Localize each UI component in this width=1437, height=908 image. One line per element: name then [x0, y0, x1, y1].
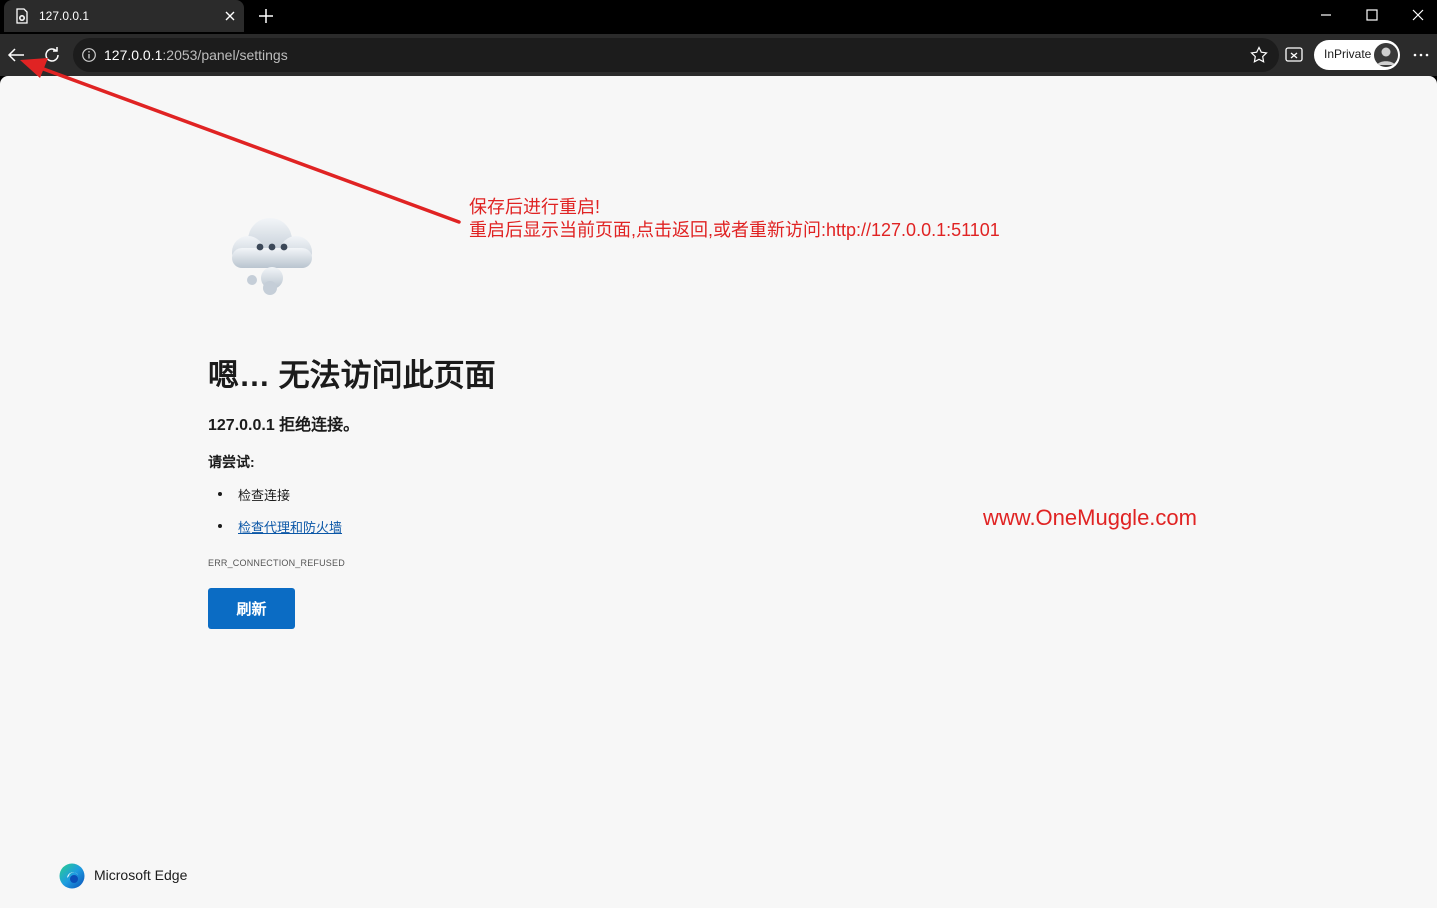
address-bar[interactable]: 127.0.0.1:2053/panel/settings	[73, 38, 1279, 72]
watermark: www.OneMuggle.com	[983, 505, 1197, 530]
error-subtitle: 127.0.0.1 拒绝连接。	[208, 417, 360, 434]
link-check-proxy-firewall[interactable]: 检查代理和防火墙	[238, 517, 342, 536]
browser-tab[interactable]: 127.0.0.1	[4, 0, 244, 32]
inprivate-button[interactable]: InPrivate	[1314, 40, 1400, 70]
try-label: 请尝试:	[208, 454, 255, 470]
page-error-icon	[16, 8, 28, 24]
bullet-dot	[218, 524, 222, 528]
browser-toolbar: 127.0.0.1:2053/panel/settings InPrivate	[0, 34, 1437, 76]
avatar	[1374, 43, 1398, 67]
maximize-icon[interactable]	[1349, 0, 1395, 30]
url-path: :2053/panel/settings	[162, 47, 288, 63]
refresh-button[interactable]: 刷新	[208, 588, 295, 629]
page-title: 嗯… 无法访问此页面	[208, 358, 496, 393]
annotation-line-2: 重启后显示当前页面,点击返回,或者重新访问:http://127.0.0.1:5…	[469, 220, 1000, 240]
reload-icon[interactable]	[39, 42, 65, 68]
inprivate-label: InPrivate	[1324, 47, 1372, 61]
screenshot-icon[interactable]	[1283, 44, 1305, 66]
site-info-icon[interactable]	[81, 47, 97, 63]
back-arrow-icon[interactable]	[3, 42, 29, 68]
favorite-star-icon[interactable]	[1249, 45, 1269, 65]
error-code: ERR_CONNECTION_REFUSED	[208, 558, 345, 568]
close-window-icon[interactable]	[1395, 0, 1437, 30]
title-bar: 127.0.0.1	[0, 0, 1437, 34]
edge-logo-icon	[59, 863, 85, 889]
new-tab-icon[interactable]	[255, 5, 277, 27]
error-page: 嗯… 无法访问此页面 127.0.0.1 拒绝连接。 请尝试: 检查连接 检查代…	[0, 76, 1437, 908]
url-host: 127.0.0.1	[104, 47, 163, 63]
tip-check-connection: 检查连接	[238, 488, 291, 503]
minimize-icon[interactable]	[1303, 0, 1349, 30]
more-options-icon[interactable]	[1410, 44, 1432, 66]
brand-name: Microsoft Edge	[94, 867, 188, 883]
profile-icon	[1374, 43, 1398, 67]
thinking-cloud-icon	[232, 218, 312, 295]
close-tab-icon[interactable]	[220, 6, 240, 26]
tab-title: 127.0.0.1	[39, 9, 90, 23]
url-text[interactable]: 127.0.0.1:2053/panel/settings	[104, 47, 288, 63]
bullet-dot	[218, 492, 222, 496]
